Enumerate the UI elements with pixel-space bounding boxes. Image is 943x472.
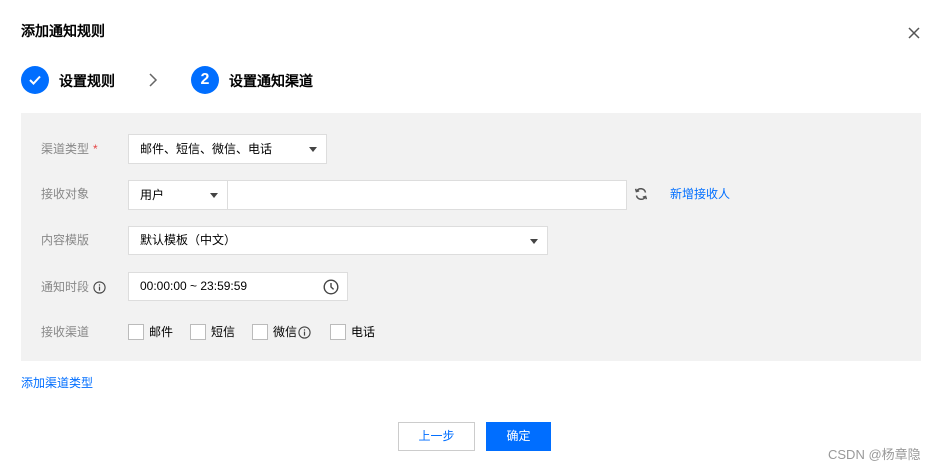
- caret-down-icon: [210, 193, 218, 198]
- channel-type-value: 邮件、短信、微信、电话: [140, 142, 273, 156]
- channel-type-select[interactable]: 邮件、短信、微信、电话: [128, 134, 327, 164]
- recipient-label: 接收对象: [41, 187, 90, 201]
- confirm-button[interactable]: 确定: [486, 422, 551, 451]
- template-select[interactable]: 默认模板（中文）: [128, 226, 548, 255]
- step-2-number-badge: 2: [191, 66, 219, 94]
- channel-option-phone[interactable]: 电话: [330, 324, 375, 340]
- time-range-label-row: 通知时段: [41, 279, 106, 295]
- channel-type-label: 渠道类型: [41, 142, 90, 156]
- checkbox[interactable]: [128, 324, 144, 340]
- info-icon[interactable]: [93, 280, 106, 294]
- info-icon[interactable]: [298, 325, 311, 339]
- notification-channel-form: 渠道类型 * 邮件、短信、微信、电话 接收对象 用户 新增接收人 内容模版 默认…: [21, 113, 921, 361]
- refresh-icon[interactable]: [634, 187, 648, 201]
- template-label: 内容模版: [41, 233, 90, 247]
- chevron-right-icon: [149, 73, 158, 87]
- channels-label: 接收渠道: [41, 325, 90, 339]
- dialog-title: 添加通知规则: [21, 23, 105, 39]
- recipient-input[interactable]: [227, 180, 627, 210]
- channel-option-label: 电话: [351, 325, 376, 339]
- channel-option-email[interactable]: 邮件: [128, 324, 173, 340]
- checkbox[interactable]: [330, 324, 347, 340]
- template-value: 默认模板（中文）: [140, 233, 237, 247]
- channel-option-label: 微信: [273, 325, 298, 339]
- time-range-label: 通知时段: [41, 280, 90, 294]
- step-2-label: 设置通知渠道: [229, 73, 313, 89]
- recipient-type-value: 用户: [140, 188, 165, 202]
- channel-option-label: 短信: [211, 325, 236, 339]
- step-1-label: 设置规则: [59, 73, 115, 89]
- channel-option-wechat[interactable]: 微信: [252, 324, 311, 340]
- close-icon[interactable]: [906, 25, 922, 41]
- checkbox[interactable]: [190, 324, 207, 340]
- watermark: CSDN @杨章隐: [828, 447, 921, 462]
- recipient-type-select[interactable]: 用户: [128, 180, 228, 210]
- channel-option-sms[interactable]: 短信: [190, 324, 235, 340]
- add-recipient-link[interactable]: 新增接收人: [670, 186, 730, 202]
- time-range-picker[interactable]: 00:00:00 ~ 23:59:59: [128, 272, 348, 301]
- caret-down-icon: [530, 238, 538, 244]
- time-range-value: 00:00:00 ~ 23:59:59: [140, 279, 248, 293]
- channel-type-label-row: 渠道类型 *: [41, 141, 98, 157]
- previous-step-button[interactable]: 上一步: [398, 422, 475, 451]
- clock-icon: [323, 279, 339, 295]
- add-channel-type-link[interactable]: 添加渠道类型: [21, 375, 93, 391]
- channel-checkbox-group: 邮件 短信 微信 电话: [128, 324, 392, 340]
- channel-option-label: 邮件: [149, 325, 174, 339]
- checkbox[interactable]: [252, 324, 269, 340]
- caret-down-icon: [309, 147, 317, 152]
- check-icon: [29, 75, 41, 85]
- step-1-done-badge: [21, 66, 49, 94]
- required-mark: *: [93, 142, 98, 156]
